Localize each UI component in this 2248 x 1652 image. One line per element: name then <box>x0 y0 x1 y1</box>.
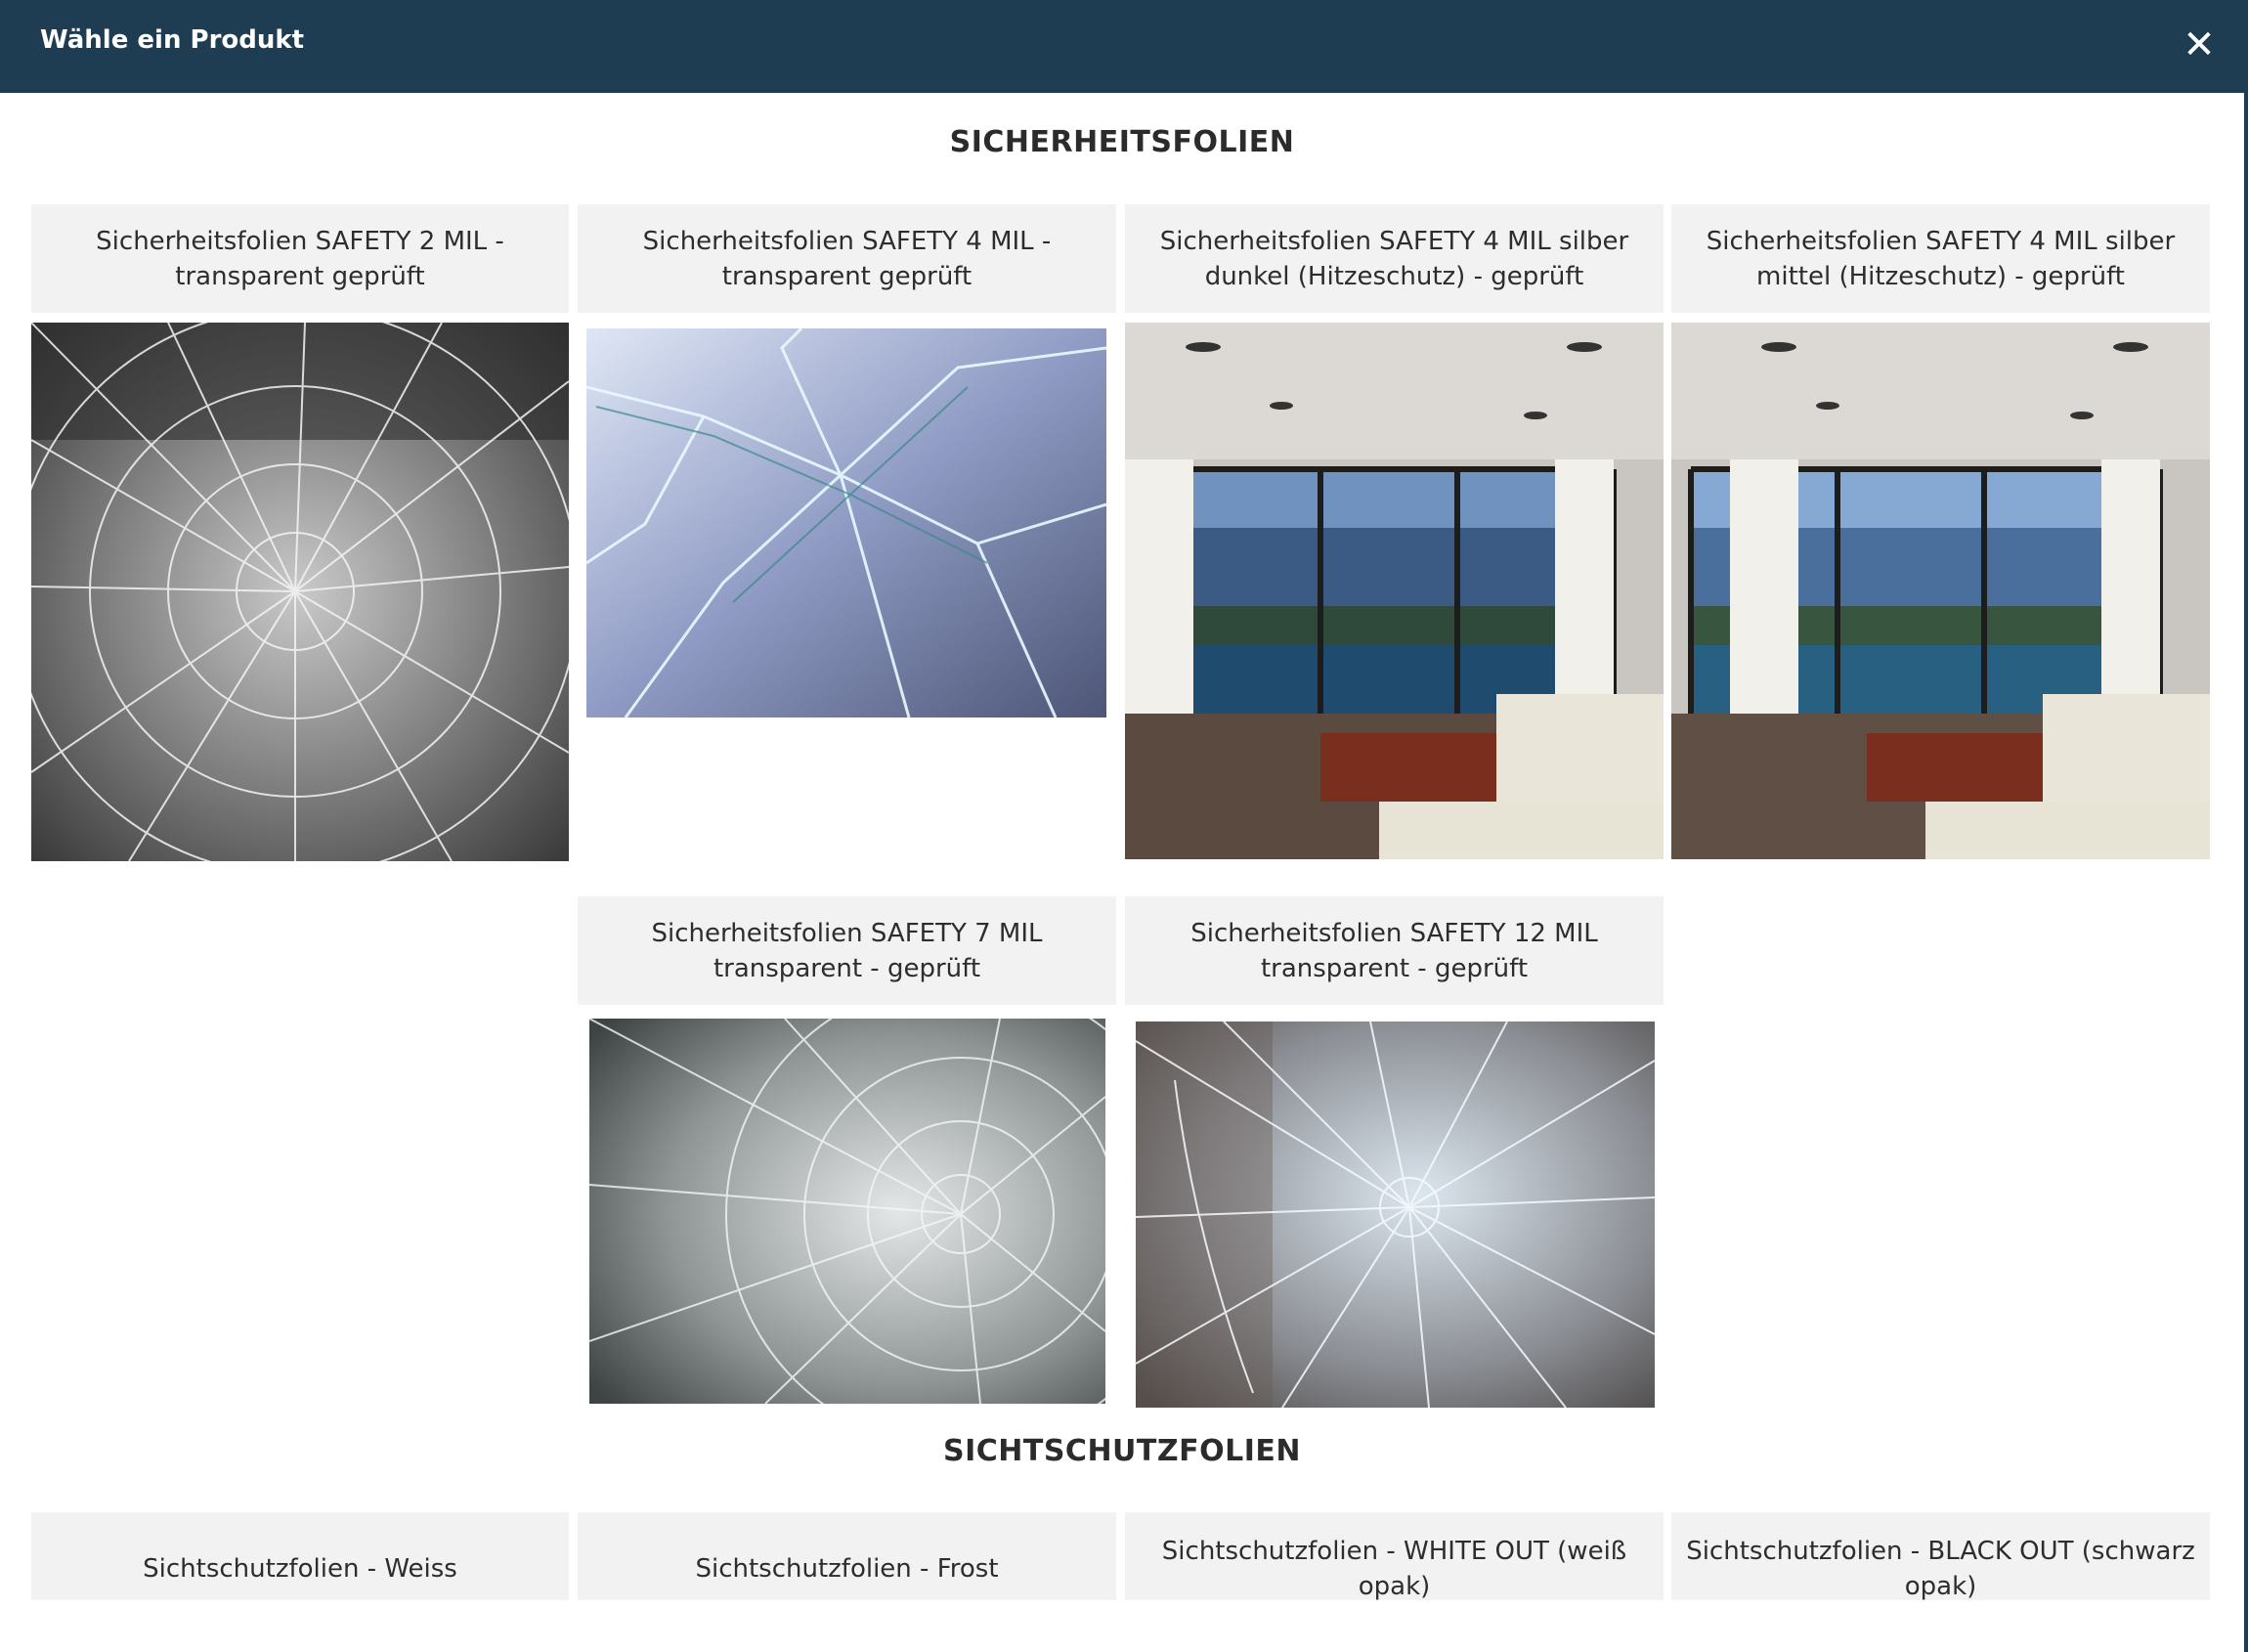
product-label-sichtschutz-black-out[interactable]: Sichtschutzfolien - BLACK OUT (schwarz o… <box>1671 1512 2210 1601</box>
section-title-sichtschutzfolien: SICHTSCHUTZFOLIEN <box>942 1434 1302 1468</box>
product-image-safety-4-mil-silber-dunkel[interactable] <box>1125 323 1664 859</box>
product-image-safety-7-mil[interactable] <box>589 1019 1105 1404</box>
product-image-safety-4-mil-silber-mittel[interactable] <box>1671 323 2210 859</box>
product-label-safety-7-mil[interactable]: Sicherheitsfolien SAFETY 7 MIL transpare… <box>578 896 1116 1005</box>
product-label-safety-4-mil-silber-mittel[interactable]: Sicherheitsfolien SAFETY 4 MIL silber mi… <box>1671 204 2210 313</box>
product-label-safety-4-mil-silber-dunkel[interactable]: Sicherheitsfolien SAFETY 4 MIL silber du… <box>1125 204 1664 313</box>
dialog-header: Wähle ein Produkt ✕ <box>0 0 2244 93</box>
product-label-sichtschutz-weiss[interactable]: Sichtschutzfolien - Weiss <box>31 1512 569 1600</box>
product-label-safety-4-mil[interactable]: Sicherheitsfolien SAFETY 4 MIL - transpa… <box>578 204 1116 313</box>
product-label-safety-12-mil[interactable]: Sicherheitsfolien SAFETY 12 MIL transpar… <box>1125 896 1664 1005</box>
product-label-safety-2-mil[interactable]: Sicherheitsfolien SAFETY 2 MIL - transpa… <box>31 204 569 313</box>
product-image-safety-4-mil[interactable] <box>586 328 1106 717</box>
section-title-sicherheitsfolien: SICHERHEITSFOLIEN <box>949 125 1295 159</box>
product-label-sichtschutz-frost[interactable]: Sichtschutzfolien - Frost <box>578 1512 1116 1600</box>
close-icon[interactable]: ✕ <box>2178 23 2221 66</box>
product-label-sichtschutz-white-out[interactable]: Sichtschutzfolien - WHITE OUT (weiß opak… <box>1125 1512 1664 1601</box>
product-image-safety-12-mil[interactable] <box>1136 1022 1655 1408</box>
product-picker-dialog: Wähle ein Produkt ✕ SICHERHEITSFOLIEN Si… <box>0 0 2248 1652</box>
dialog-title: Wähle ein Produkt <box>40 25 305 55</box>
product-image-safety-2-mil[interactable] <box>31 323 569 861</box>
